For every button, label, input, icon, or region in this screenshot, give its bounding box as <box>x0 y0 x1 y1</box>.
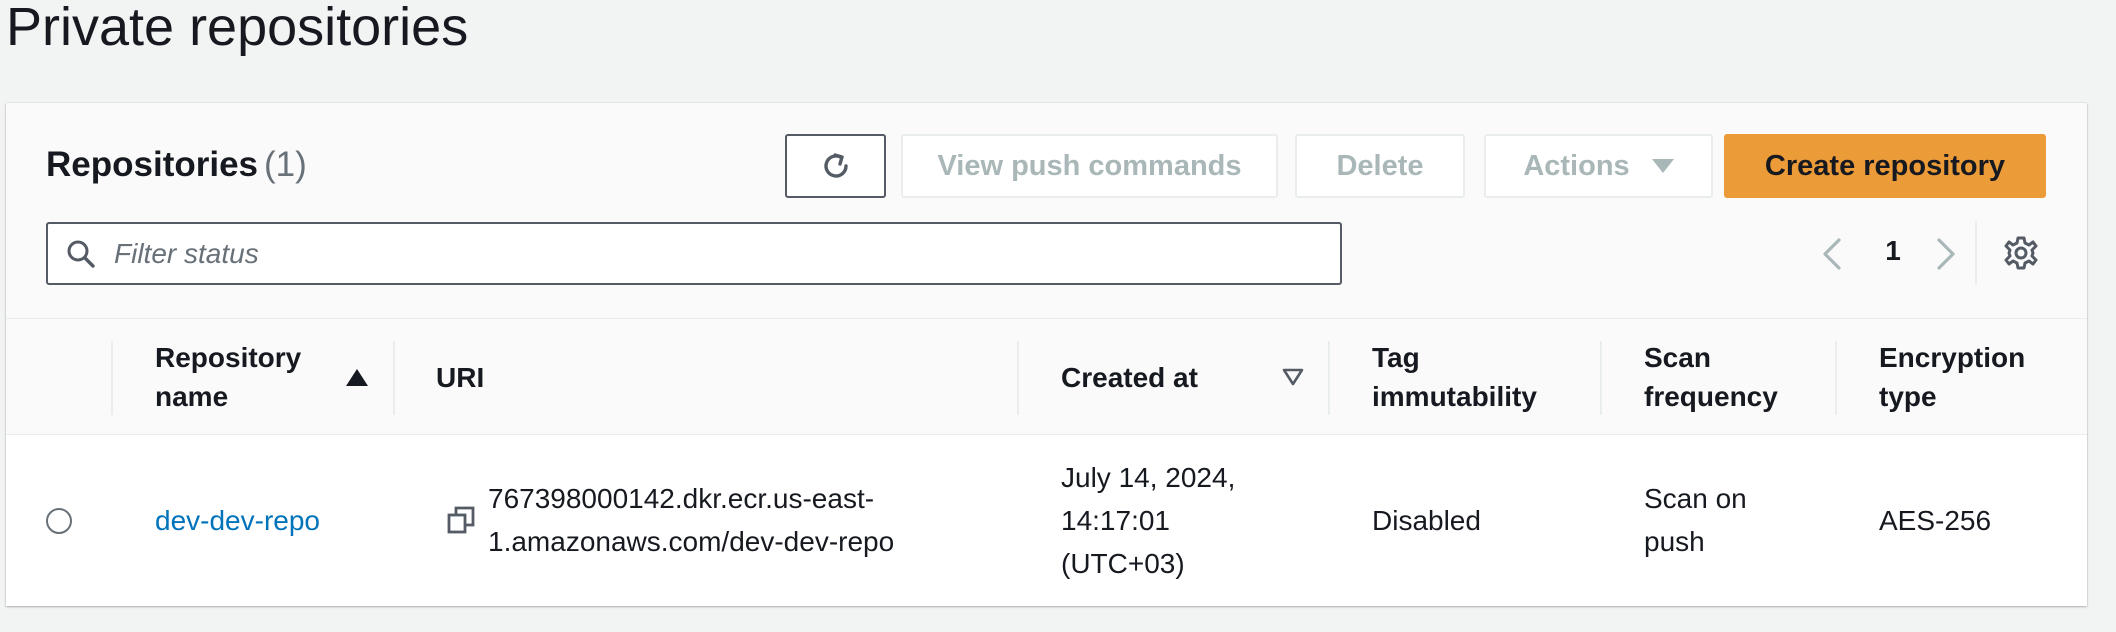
column-label: Scan frequency <box>1644 342 1778 412</box>
view-push-commands-button[interactable]: View push commands <box>901 134 1278 198</box>
row-select-radio[interactable] <box>46 508 72 534</box>
scan-frequency-cell: Scan on push <box>1644 435 1824 605</box>
repositories-panel: Repositories (1) View push commands Delet… <box>6 103 2087 606</box>
panel-header: Repositories (1) View push commands Delet… <box>6 103 2087 319</box>
scan-frequency-text: Scan on push <box>1644 483 1747 557</box>
created-at-cell: July 14, 2024, 14:17:01 (UTC+03) <box>1061 435 1321 605</box>
column-header-scan-frequency[interactable]: Scan frequency <box>1644 319 1824 435</box>
column-divider <box>1017 341 1019 415</box>
table-row[interactable]: dev-dev-repo 767398000142.dkr.ecr.us-eas… <box>6 435 2087 605</box>
filter-input[interactable] <box>114 237 1314 270</box>
tag-immutability-text: Disabled <box>1372 504 1481 536</box>
chevron-right-icon[interactable] <box>1931 236 1961 272</box>
column-label: Created at <box>1061 361 1198 393</box>
column-label: Tag immutability <box>1372 342 1537 412</box>
repository-name-cell: dev-dev-repo <box>155 435 385 605</box>
chevron-left-icon[interactable] <box>1817 236 1847 272</box>
column-label: Encryption type <box>1879 342 2026 412</box>
refresh-icon <box>823 153 848 178</box>
table-header: Repository name URI Created at Tag immutab… <box>6 319 2087 435</box>
filter-box[interactable] <box>46 222 1342 285</box>
copy-icon[interactable] <box>446 505 476 535</box>
column-divider <box>393 341 395 415</box>
actions-label: Actions <box>1523 149 1630 182</box>
column-header-tag-immutability[interactable]: Tag immutability <box>1372 319 1602 435</box>
caret-down-icon <box>1651 159 1674 173</box>
repository-name-link[interactable]: dev-dev-repo <box>155 499 320 542</box>
delete-button[interactable]: Delete <box>1295 134 1465 198</box>
column-divider <box>111 341 113 415</box>
column-divider <box>1600 341 1602 415</box>
tag-immutability-cell: Disabled <box>1372 435 1592 605</box>
search-icon <box>67 240 95 268</box>
actions-dropdown[interactable]: Actions <box>1484 134 1713 198</box>
column-header-created-at[interactable]: Created at <box>1061 319 1326 435</box>
current-page-number[interactable]: 1 <box>1878 235 1908 267</box>
sort-ascending-icon <box>346 369 368 386</box>
column-label: Repository name <box>155 342 302 412</box>
column-label: URI <box>436 361 485 393</box>
gear-icon[interactable] <box>2003 235 2039 271</box>
sort-descending-icon <box>1282 368 1304 386</box>
created-at-text: July 14, 2024, 14:17:01 (UTC+03) <box>1061 461 1236 579</box>
column-header-encryption-type[interactable]: Encryption type <box>1879 319 2079 435</box>
column-divider <box>1328 341 1330 415</box>
page-title: Private repositories <box>6 0 469 57</box>
encryption-type-text: AES-256 <box>1879 504 1992 536</box>
pager-divider <box>1975 221 1977 285</box>
column-divider <box>1835 341 1837 415</box>
uri-text: 767398000142.dkr.ecr.us-east- 1.amazonaws… <box>488 483 895 557</box>
repository-count: (1) <box>264 145 307 184</box>
column-header-uri[interactable]: URI <box>436 319 1016 435</box>
encryption-type-cell: AES-256 <box>1879 435 2079 605</box>
refresh-button[interactable] <box>785 134 886 198</box>
panel-title: Repositories (1) <box>46 143 307 187</box>
panel-title-text: Repositories <box>46 145 258 184</box>
uri-cell: 767398000142.dkr.ecr.us-east- 1.amazonaws… <box>446 435 1006 605</box>
create-repository-button[interactable]: Create repository <box>1724 134 2046 198</box>
column-header-repository-name[interactable]: Repository name <box>155 319 375 435</box>
